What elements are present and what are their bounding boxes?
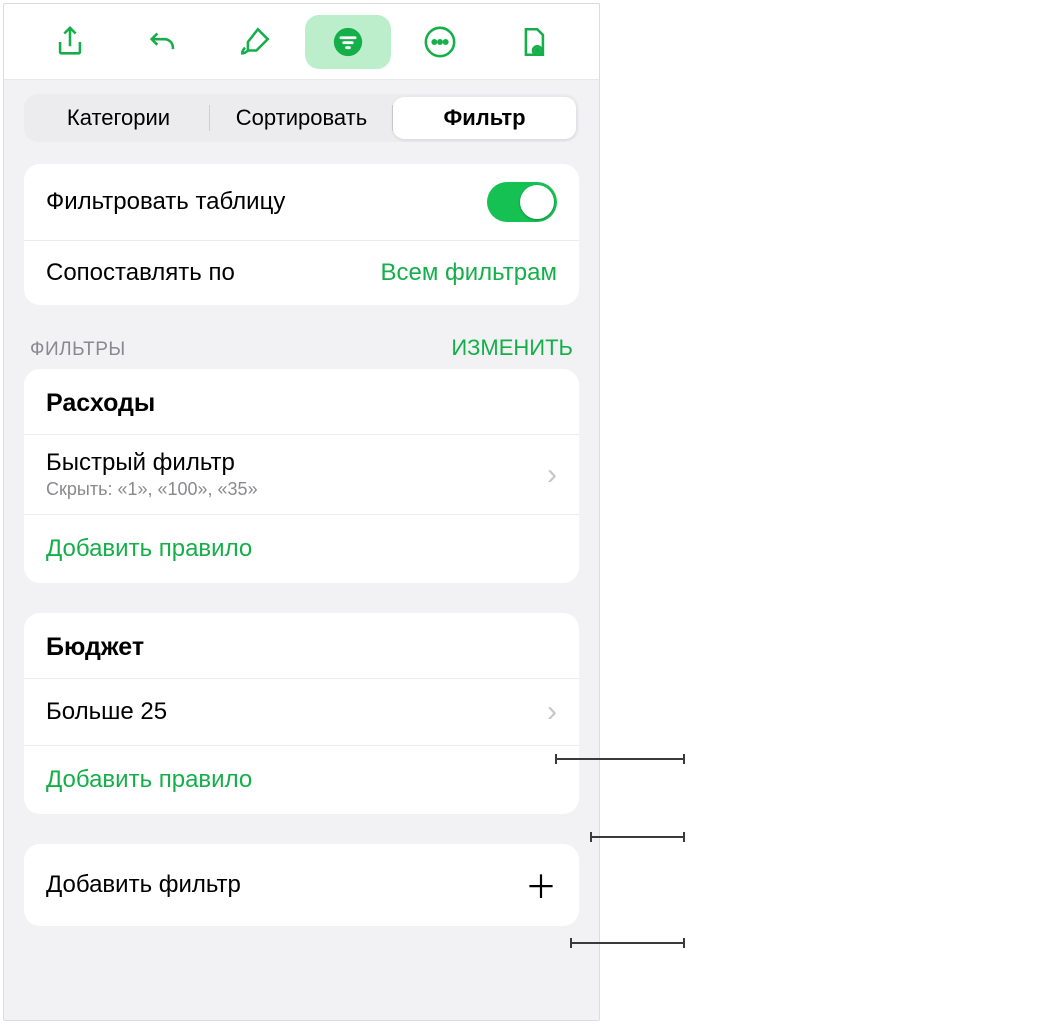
rule-text: Больше 25 (46, 693, 167, 731)
more-button[interactable] (397, 15, 483, 69)
tab-sort[interactable]: Сортировать (210, 97, 393, 139)
rule-title: Больше 25 (46, 693, 167, 731)
organize-button[interactable] (305, 15, 391, 69)
rule-title: Быстрый фильтр (46, 449, 258, 477)
group-title: Расходы (24, 369, 579, 435)
match-by-row[interactable]: Сопоставлять по Всем фильтрам (24, 241, 579, 305)
callout-line (555, 758, 685, 760)
filter-settings-card: Фильтровать таблицу Сопоставлять по Всем… (24, 164, 579, 305)
add-filter-button[interactable]: Добавить фильтр ＋ (24, 844, 579, 926)
edit-filters-button[interactable]: ИЗМЕНИТЬ (451, 335, 573, 361)
rule-text: Быстрый фильтр Скрыть: «1», «100», «35» (46, 449, 258, 500)
tab-categories[interactable]: Категории (27, 97, 210, 139)
match-by-value: Всем фильтрам (381, 259, 558, 287)
content-area: Категории Сортировать Фильтр Фильтровать… (4, 80, 599, 1020)
tab-label: Категории (67, 105, 170, 131)
callout-line (590, 836, 685, 838)
document-view-button[interactable] (490, 15, 576, 69)
plus-icon: ＋ (525, 862, 557, 908)
rule-row[interactable]: Быстрый фильтр Скрыть: «1», «100», «35» … (24, 435, 579, 515)
match-by-label: Сопоставлять по (46, 259, 235, 287)
organize-panel: Категории Сортировать Фильтр Фильтровать… (3, 3, 600, 1021)
rule-subtitle: Скрыть: «1», «100», «35» (46, 479, 258, 500)
chevron-right-icon: › (547, 695, 557, 729)
format-button[interactable] (212, 15, 298, 69)
filter-group-card: Бюджет Больше 25 › Добавить правило (24, 613, 579, 814)
callout-line (570, 942, 685, 944)
undo-icon (146, 25, 180, 59)
more-icon (423, 25, 457, 59)
add-rule-button[interactable]: Добавить правило (24, 746, 579, 814)
rule-row[interactable]: Больше 25 › (24, 679, 579, 746)
filters-caption: ФИЛЬТРЫ (30, 339, 126, 361)
share-button[interactable] (27, 15, 113, 69)
filter-icon (331, 25, 365, 59)
add-rule-button[interactable]: Добавить правило (24, 515, 579, 583)
add-filter-card: Добавить фильтр ＋ (24, 844, 579, 926)
filter-table-label: Фильтровать таблицу (46, 188, 285, 216)
toolbar (4, 4, 599, 80)
undo-button[interactable] (120, 15, 206, 69)
tab-label: Сортировать (236, 105, 367, 131)
add-filter-label: Добавить фильтр (46, 871, 241, 899)
segmented-control: Категории Сортировать Фильтр (24, 94, 579, 142)
tab-filter[interactable]: Фильтр (393, 97, 576, 139)
share-icon (53, 25, 87, 59)
tab-label: Фильтр (443, 105, 525, 131)
filter-table-row: Фильтровать таблицу (24, 164, 579, 241)
document-view-icon (516, 25, 550, 59)
chevron-right-icon: › (547, 458, 557, 492)
filter-table-toggle[interactable] (487, 182, 557, 222)
brush-icon (238, 25, 272, 59)
group-title: Бюджет (24, 613, 579, 679)
filters-section-header: ФИЛЬТРЫ ИЗМЕНИТЬ (24, 335, 579, 369)
filter-group-card: Расходы Быстрый фильтр Скрыть: «1», «100… (24, 369, 579, 583)
